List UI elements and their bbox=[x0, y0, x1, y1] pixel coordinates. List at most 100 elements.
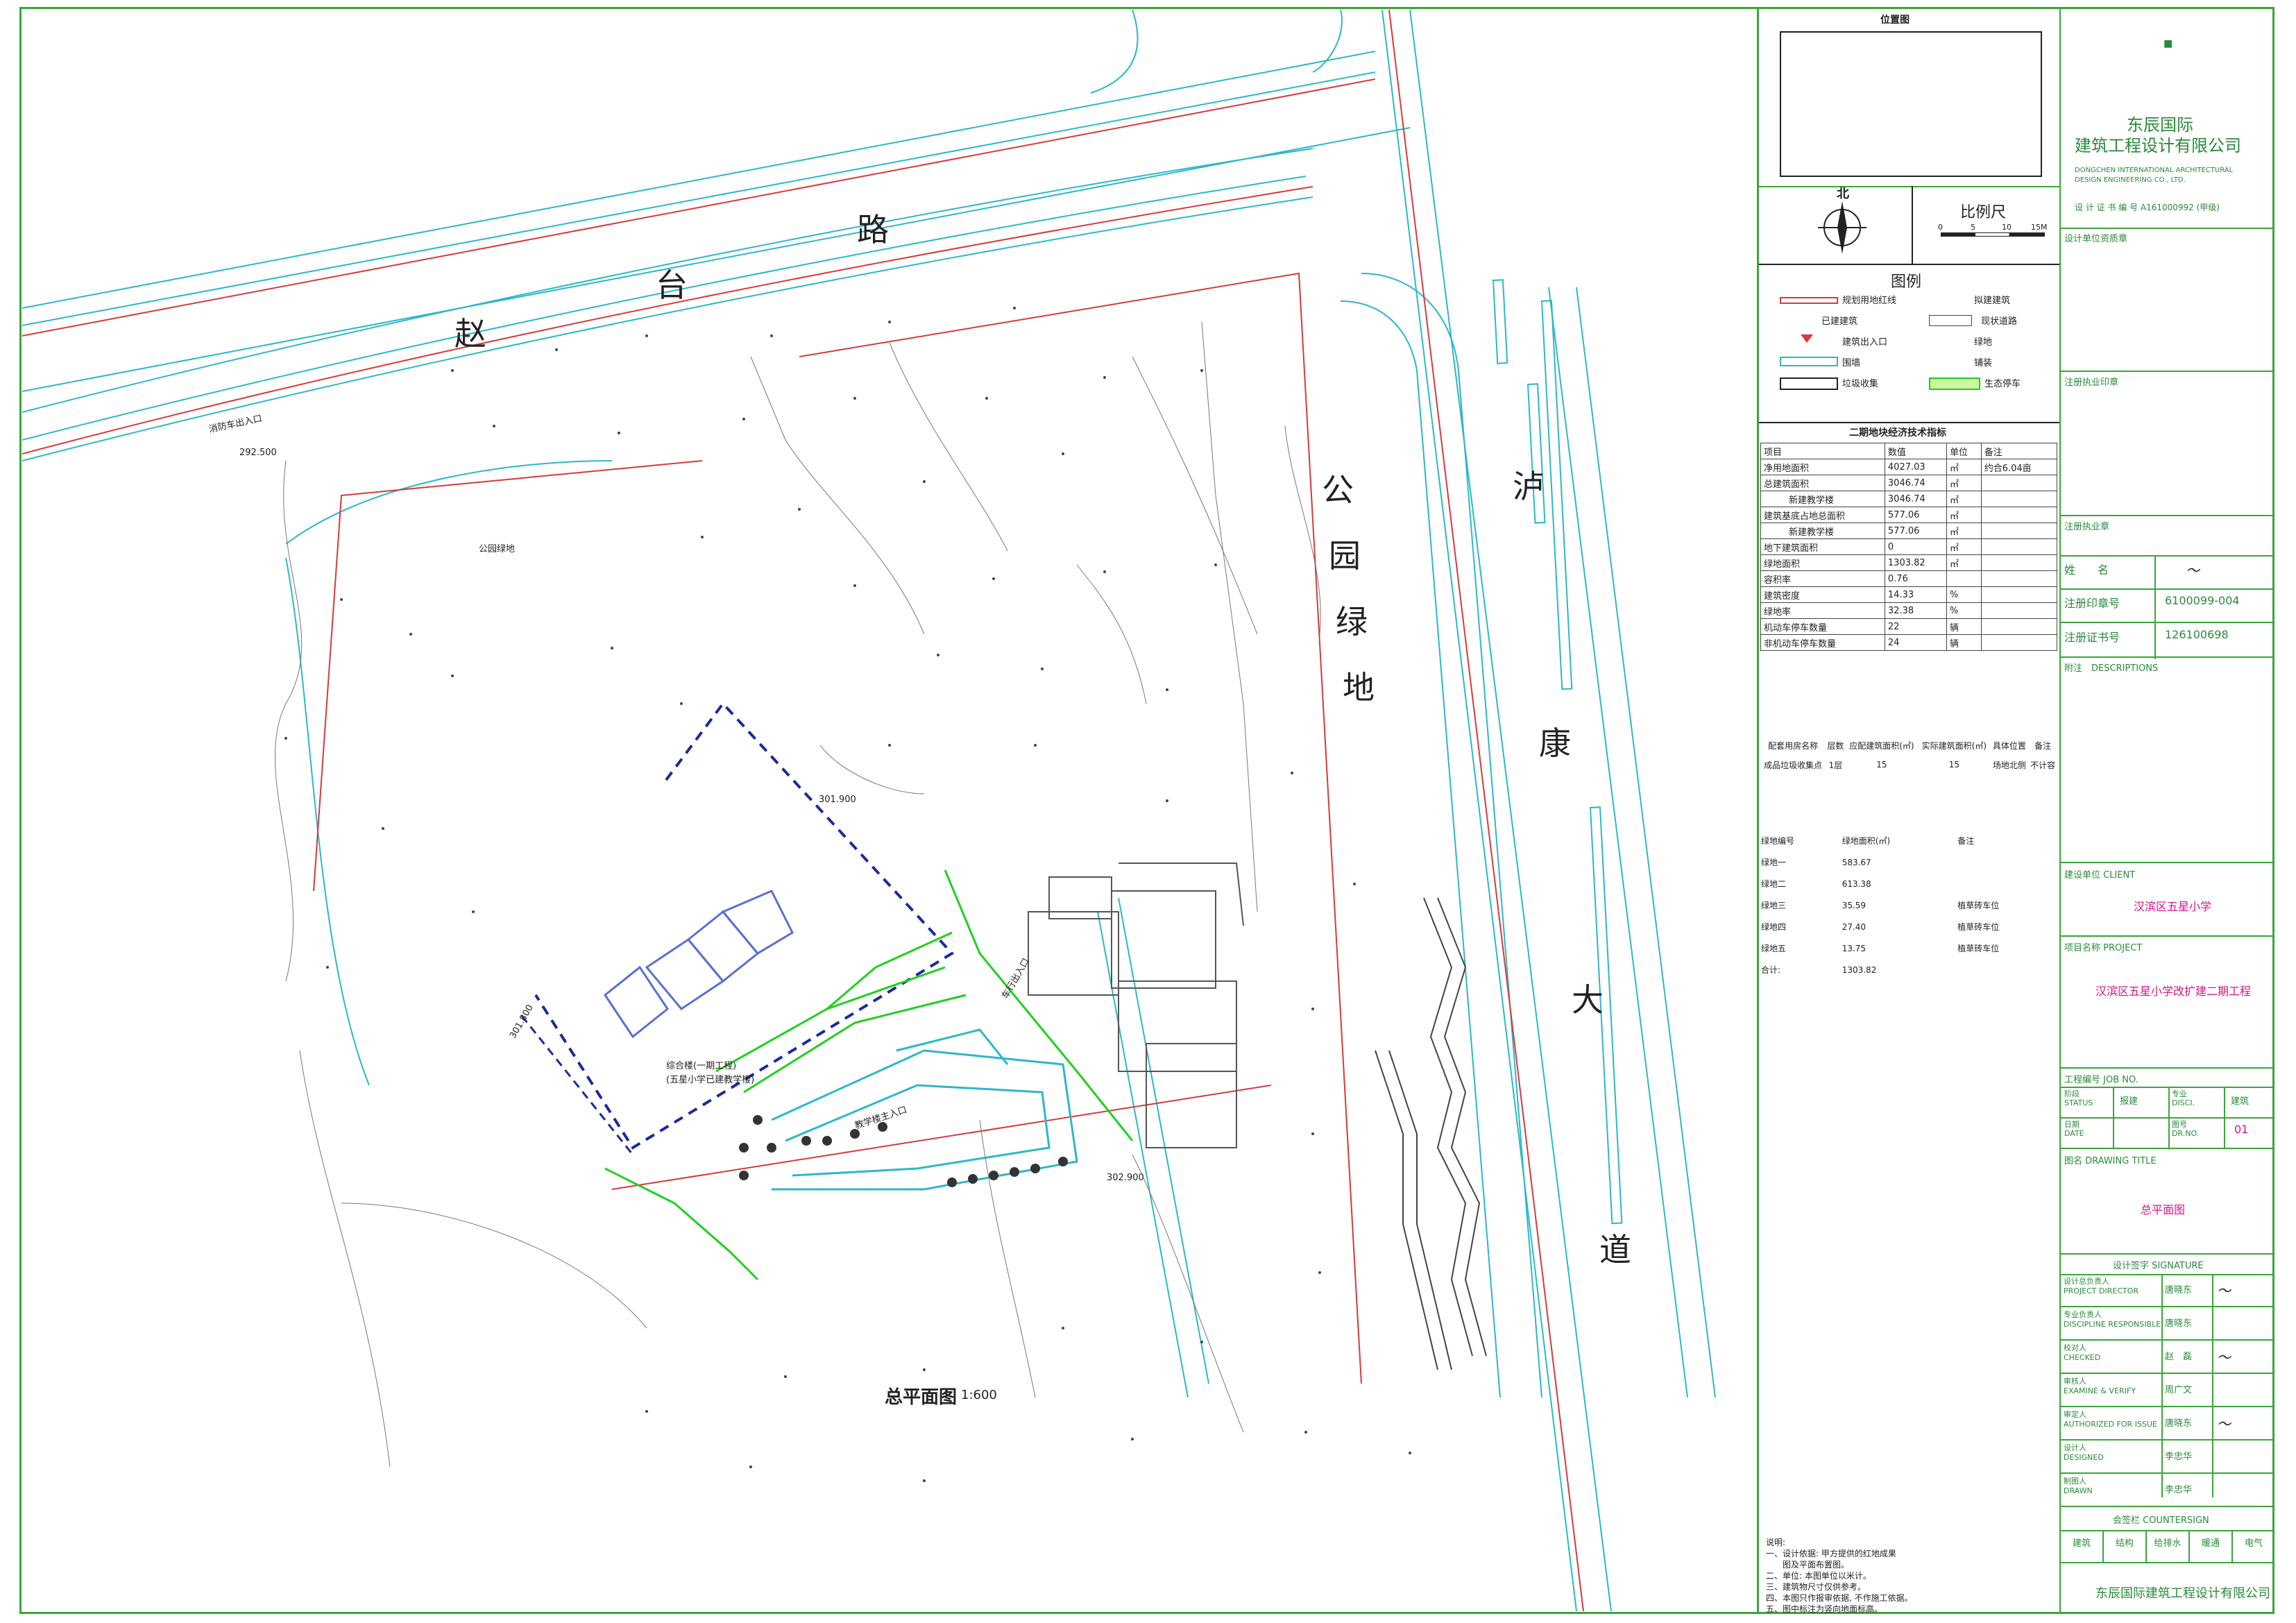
legend-row-5: 垃圾收集 生态停车 bbox=[1780, 376, 2050, 397]
legend-item-label: 铺装 bbox=[1974, 358, 1993, 368]
note-line: 四、本图只作报审依据, 不作施工依据。 bbox=[1766, 1593, 1913, 1603]
cell: 非机动车停车数量 bbox=[1760, 634, 1885, 651]
cell: 0.76 bbox=[1884, 570, 1948, 587]
cell: 1层 bbox=[1828, 760, 1843, 770]
cell: 绿地面积 bbox=[1760, 554, 1885, 571]
reg-cert-label: 注册执业章 bbox=[2064, 522, 2110, 532]
cell: 577.06 bbox=[1884, 507, 1948, 523]
indicators-title: 二期地块经济技术指标 bbox=[1849, 427, 1946, 439]
counter-cell: 结构 bbox=[2104, 1530, 2147, 1562]
road-char-tai: 台 bbox=[656, 266, 688, 304]
client-label: 建设单位 CLIENT bbox=[2064, 870, 2136, 881]
cell: ㎡ bbox=[1946, 507, 1982, 523]
cell bbox=[1980, 602, 2058, 619]
sig-name: 李忠华 bbox=[2165, 1485, 2193, 1495]
scale-tick-0: 0 bbox=[1938, 223, 1943, 232]
counter-cell: 暖通 bbox=[2190, 1530, 2233, 1562]
note-line: 一、设计依据: 甲方提供的红地成果 bbox=[1766, 1549, 1896, 1558]
cell: 总建筑面积 bbox=[1760, 475, 1885, 491]
counter-cell: 给排水 bbox=[2147, 1530, 2190, 1562]
building-sub: (五星小学已建教学楼) bbox=[666, 1075, 755, 1085]
disc-value: 建筑 bbox=[2231, 1096, 2250, 1107]
legend: 规划用地红线 拟建建筑 已建建筑 现状道路 建筑出入口 绿地 围墙 铺装 垃圾收… bbox=[1780, 293, 2050, 397]
road-char-lu: 路 bbox=[857, 211, 889, 248]
desc-label: 附注 DESCRIPTIONS bbox=[2064, 663, 2159, 674]
cell: 绿地四 bbox=[1761, 922, 1787, 932]
status-label: 阶段 STATUS bbox=[2064, 1089, 2093, 1107]
cell bbox=[1980, 554, 2058, 571]
note-line: 图及平面布置图。 bbox=[1766, 1560, 1850, 1570]
countersign-row: 建筑 结构 给排水 暖通 电气 bbox=[2061, 1530, 2274, 1562]
legend-row-4: 围墙 铺装 bbox=[1780, 355, 2050, 376]
wall-swatch bbox=[1780, 357, 1838, 366]
sig-row: 设计人 DESIGNED 李忠华 bbox=[2061, 1441, 2274, 1474]
table-row: 总建筑面积 3046.74 ㎡ bbox=[1760, 475, 2058, 491]
road-char-da: 大 bbox=[1572, 981, 1604, 1019]
cell: 辆 bbox=[1946, 634, 1982, 651]
location-map bbox=[1780, 31, 2042, 177]
sig-role: 审定人 AUTHORIZED FOR ISSUE bbox=[2064, 1410, 2157, 1429]
table-header: 绿地编号 绿地面积(㎡) 备注 bbox=[1760, 829, 2057, 851]
cert-no: 126100698 bbox=[2165, 628, 2229, 641]
park-char-1: 公 bbox=[1322, 471, 1354, 509]
cell: ㎡ bbox=[1946, 538, 1982, 555]
drno-label: 图号 DR.NO. bbox=[2172, 1120, 2200, 1138]
table-row: 新建教学楼 3046.74 ㎡ bbox=[1760, 491, 2058, 507]
sig-role: 校对人 CHECKED bbox=[2064, 1343, 2101, 1362]
notes: 说明: 一、设计依据: 甲方提供的红地成果 图及平面布置图。 二、单位: 本图单… bbox=[1766, 1537, 1913, 1615]
cell: 净用地面积 bbox=[1760, 459, 1885, 475]
table-header: 项目 数值 单位 备注 bbox=[1760, 443, 2058, 459]
plan-scale: 1:600 bbox=[961, 1388, 997, 1402]
table-row: 绿地二 613.38 bbox=[1760, 873, 2057, 894]
table-row: 建筑基底占地总面积 577.06 ㎡ bbox=[1760, 507, 2058, 523]
col-header: 数值 bbox=[1884, 443, 1948, 459]
col-header: 单位 bbox=[1946, 443, 1982, 459]
cell: 27.40 bbox=[1842, 921, 1866, 932]
col-header: 备注 bbox=[1980, 443, 2058, 459]
legend-item-label: 围墙 bbox=[1842, 358, 1861, 368]
logo-icon: ■ bbox=[2163, 38, 2173, 49]
col-header: 实际建筑面积(㎡) bbox=[1921, 741, 1987, 751]
col-header: 具体位置 bbox=[1992, 741, 2026, 751]
sig-name: 唐晓东 bbox=[2165, 1285, 2193, 1295]
scale-bar bbox=[1941, 232, 2045, 237]
title-block: 位置图 北 比例尺 0 5 10 15M 图例 规划用地红线 拟建建筑 已建建筑… bbox=[1757, 7, 2274, 1614]
cert-no-label: 注册证书号 bbox=[2064, 631, 2120, 644]
legend-item-label: 现状道路 bbox=[1981, 316, 2018, 327]
cell: ㎡ bbox=[1946, 475, 1982, 491]
cell bbox=[1980, 634, 2058, 651]
table-row: 绿地四 27.40 植草砖车位 bbox=[1760, 916, 2057, 937]
col-header: 备注 bbox=[2034, 741, 2052, 751]
sig-row: 专业负责人 DISCIPLINE RESPONSIBLE 唐晓东 bbox=[2061, 1307, 2274, 1341]
legend-item-label: 规划用地红线 bbox=[1842, 296, 1897, 306]
road-swatch bbox=[1929, 315, 1972, 326]
cell: 绿地五 bbox=[1761, 944, 1787, 953]
col-header: 应配建筑面积(㎡) bbox=[1849, 741, 1914, 751]
sig-role: 设计总负责人 PROJECT DIRECTOR bbox=[2064, 1277, 2139, 1295]
cell: 约合6.04亩 bbox=[1980, 459, 2058, 475]
col-header: 层数 bbox=[1827, 741, 1844, 751]
job-label: 工程编号 JOB NO. bbox=[2064, 1075, 2138, 1085]
sig-name: 李忠华 bbox=[2165, 1452, 2193, 1462]
table-row: 绿地率 32.38% bbox=[1760, 602, 2058, 619]
name-label: 姓 名 bbox=[2064, 563, 2109, 577]
red-line-swatch bbox=[1780, 297, 1838, 304]
cell bbox=[1980, 491, 2058, 507]
cell: 植草砖车位 bbox=[1957, 944, 2000, 953]
road-char-lu2: 泸 bbox=[1513, 468, 1545, 505]
company-en-2: DESIGN ENGINEERING CO., LTD. bbox=[2075, 176, 2186, 184]
cell: 3046.74 bbox=[1884, 475, 1948, 491]
cell: 不计容 bbox=[2030, 760, 2056, 770]
elev-1: 292.500 bbox=[239, 448, 277, 458]
cell bbox=[1946, 570, 1982, 587]
sig-name: 唐晓东 bbox=[2165, 1318, 2193, 1329]
legend-item-label: 生态停车 bbox=[1984, 379, 2021, 389]
cell: 容积率 bbox=[1760, 570, 1885, 587]
table-row: 绿地一 583.67 bbox=[1760, 851, 2057, 873]
cell: 583.67 bbox=[1842, 857, 1871, 867]
park-char-4: 地 bbox=[1343, 669, 1375, 706]
indicators-table: 项目 数值 单位 备注 净用地面积 4027.03 ㎡约合6.04亩 总建筑面积 30… bbox=[1760, 443, 2058, 651]
legend-row-2: 已建建筑 现状道路 bbox=[1780, 314, 2050, 334]
sig-name: 唐晓东 bbox=[2165, 1418, 2193, 1429]
drno-value: 01 bbox=[2234, 1123, 2249, 1136]
